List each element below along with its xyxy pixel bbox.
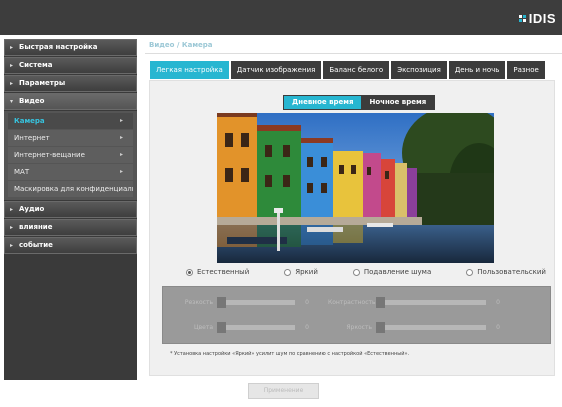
preview-scene	[217, 113, 494, 263]
sharpness-slider[interactable]	[217, 296, 295, 308]
sidebar-subitem-label: Маскировка для конфиденциальности	[14, 185, 133, 193]
slider-thumb[interactable]	[376, 321, 385, 333]
sidebar-subitem-internet[interactable]: Интернет ▸	[8, 130, 133, 146]
sidebar-subitem-label: МАТ	[14, 168, 30, 176]
sidebar-item-label: Аудио	[19, 205, 45, 213]
sidebar-item-parameters[interactable]: ▸ Параметры	[4, 75, 137, 92]
slider-label: Резкость	[184, 298, 213, 306]
slider-thumb[interactable]	[376, 296, 385, 308]
slider-label: Контрастность	[328, 298, 376, 306]
sidebar-item-system[interactable]: ▸ Система	[4, 57, 137, 74]
color-slider-row: Цвета 0	[169, 321, 309, 333]
color-slider[interactable]	[217, 321, 295, 333]
tab-easy-setup[interactable]: Легкая настройка	[150, 61, 229, 79]
contrast-slider-row: Контрастность 0	[328, 296, 500, 308]
sidebar-item-label: Параметры	[19, 79, 66, 87]
preset-label: Пользовательский	[477, 268, 546, 276]
apply-button[interactable]: Применение	[248, 383, 319, 399]
sidebar-item-quick-setup[interactable]: ▸ Быстрая настройка	[4, 39, 137, 56]
day-mode-button[interactable]: Дневное время	[284, 96, 362, 109]
radio-icon	[466, 268, 474, 276]
sidebar-item-label: событие	[19, 241, 53, 249]
brightness-slider-row: Яркость 0	[328, 321, 500, 333]
sharpness-slider-row: Резкость 0	[169, 296, 309, 308]
breadcrumb-divider	[145, 53, 562, 54]
preset-natural-radio[interactable]: Естественный	[186, 266, 249, 278]
chevron-right-icon: ▸	[10, 206, 14, 213]
radio-icon	[284, 268, 292, 276]
tab-white-balance[interactable]: Баланс белого	[323, 61, 390, 79]
preset-note: * Установка настройки «Яркий» усилит шум…	[170, 351, 410, 357]
chevron-right-icon: ▸	[10, 44, 14, 51]
custom-adjustments-panel: Резкость 0 Контрастность 0 Цвета 0 Яркос…	[162, 286, 551, 344]
sidebar-subitem-label: Камера	[14, 117, 45, 125]
logo-mark-icon	[518, 14, 526, 22]
radio-selected-icon	[186, 268, 193, 276]
sidebar-item-label: влияние	[19, 223, 53, 231]
sidebar-subitem-label: Интернет	[14, 134, 50, 142]
slider-value: 0	[496, 298, 500, 306]
tab-misc[interactable]: Разное	[507, 61, 545, 79]
brightness-slider[interactable]	[376, 321, 486, 333]
chevron-right-icon: ▸	[10, 242, 14, 249]
slider-value: 0	[305, 323, 309, 331]
slider-value: 0	[305, 298, 309, 306]
sidebar-item-label: Система	[19, 61, 53, 69]
preset-label: Естественный	[197, 268, 250, 276]
tab-day-night[interactable]: День и ночь	[448, 61, 506, 79]
sidebar-item-event[interactable]: ▸ событие	[4, 237, 137, 254]
chevron-right-icon: ▸	[119, 151, 123, 158]
chevron-right-icon: ▸	[10, 224, 14, 231]
sidebar-item-audio[interactable]: ▸ Аудио	[4, 201, 137, 218]
preset-label: Яркий	[295, 268, 318, 276]
tab-exposure[interactable]: Экспозиция	[391, 61, 447, 79]
preset-label: Подавление шума	[363, 268, 432, 276]
slider-label: Яркость	[346, 323, 372, 331]
sidebar-subitem-camera[interactable]: Камера ▸	[8, 113, 133, 129]
breadcrumb: Видео / Камера	[149, 41, 213, 49]
chevron-right-icon: ▸	[10, 80, 14, 87]
camera-preview-image	[217, 113, 494, 263]
main-content: Видео / Камера Легкая настройка Датчик и…	[145, 39, 562, 380]
chevron-down-icon: ▾	[10, 98, 14, 105]
radio-icon	[352, 268, 360, 276]
settings-tabs: Легкая настройка Датчик изображения Бала…	[150, 61, 547, 79]
sidebar-item-label: Быстрая настройка	[19, 43, 98, 51]
preset-vivid-radio[interactable]: Яркий	[284, 266, 318, 278]
preset-noise-reduction-radio[interactable]: Подавление шума	[352, 266, 432, 278]
sidebar-subitem-streaming[interactable]: Интернет-вещание ▸	[8, 147, 133, 163]
slider-thumb[interactable]	[217, 321, 226, 333]
tab-image-sensor[interactable]: Датчик изображения	[230, 61, 322, 79]
video-submenu: Камера ▸ Интернет ▸ Интернет-вещание ▸ М…	[4, 111, 137, 200]
logo-text: IDIS	[528, 10, 556, 26]
slider-thumb[interactable]	[217, 296, 226, 308]
slider-label: Цвета	[193, 323, 213, 331]
chevron-right-icon: ▸	[119, 168, 123, 175]
sidebar-item-influence[interactable]: ▸ влияние	[4, 219, 137, 236]
chevron-right-icon: ▸	[119, 117, 123, 124]
sidebar-subitem-privacy-mask[interactable]: Маскировка для конфиденциальности	[8, 181, 133, 197]
night-mode-button[interactable]: Ночное время	[361, 96, 434, 109]
easy-setup-panel: Дневное время Ночное время Естественный …	[149, 80, 555, 376]
sidebar-item-video[interactable]: ▾ Видео	[4, 93, 137, 110]
top-bar: IDIS	[0, 0, 562, 35]
preset-custom-radio[interactable]: Пользовательский	[466, 266, 546, 278]
sidebar: ▸ Быстрая настройка ▸ Система ▸ Параметр…	[4, 39, 137, 380]
brand-logo: IDIS	[518, 10, 556, 26]
sidebar-subitem-mat[interactable]: МАТ ▸	[8, 164, 133, 180]
slider-value: 0	[496, 323, 500, 331]
chevron-right-icon: ▸	[119, 134, 123, 141]
preset-radio-group: Естественный Яркий Подавление шума Польз…	[186, 266, 546, 278]
chevron-right-icon: ▸	[10, 62, 14, 69]
sidebar-item-label: Видео	[19, 97, 45, 105]
day-night-toggle: Дневное время Ночное время	[283, 95, 436, 110]
contrast-slider[interactable]	[376, 296, 486, 308]
sidebar-subitem-label: Интернет-вещание	[14, 151, 85, 159]
